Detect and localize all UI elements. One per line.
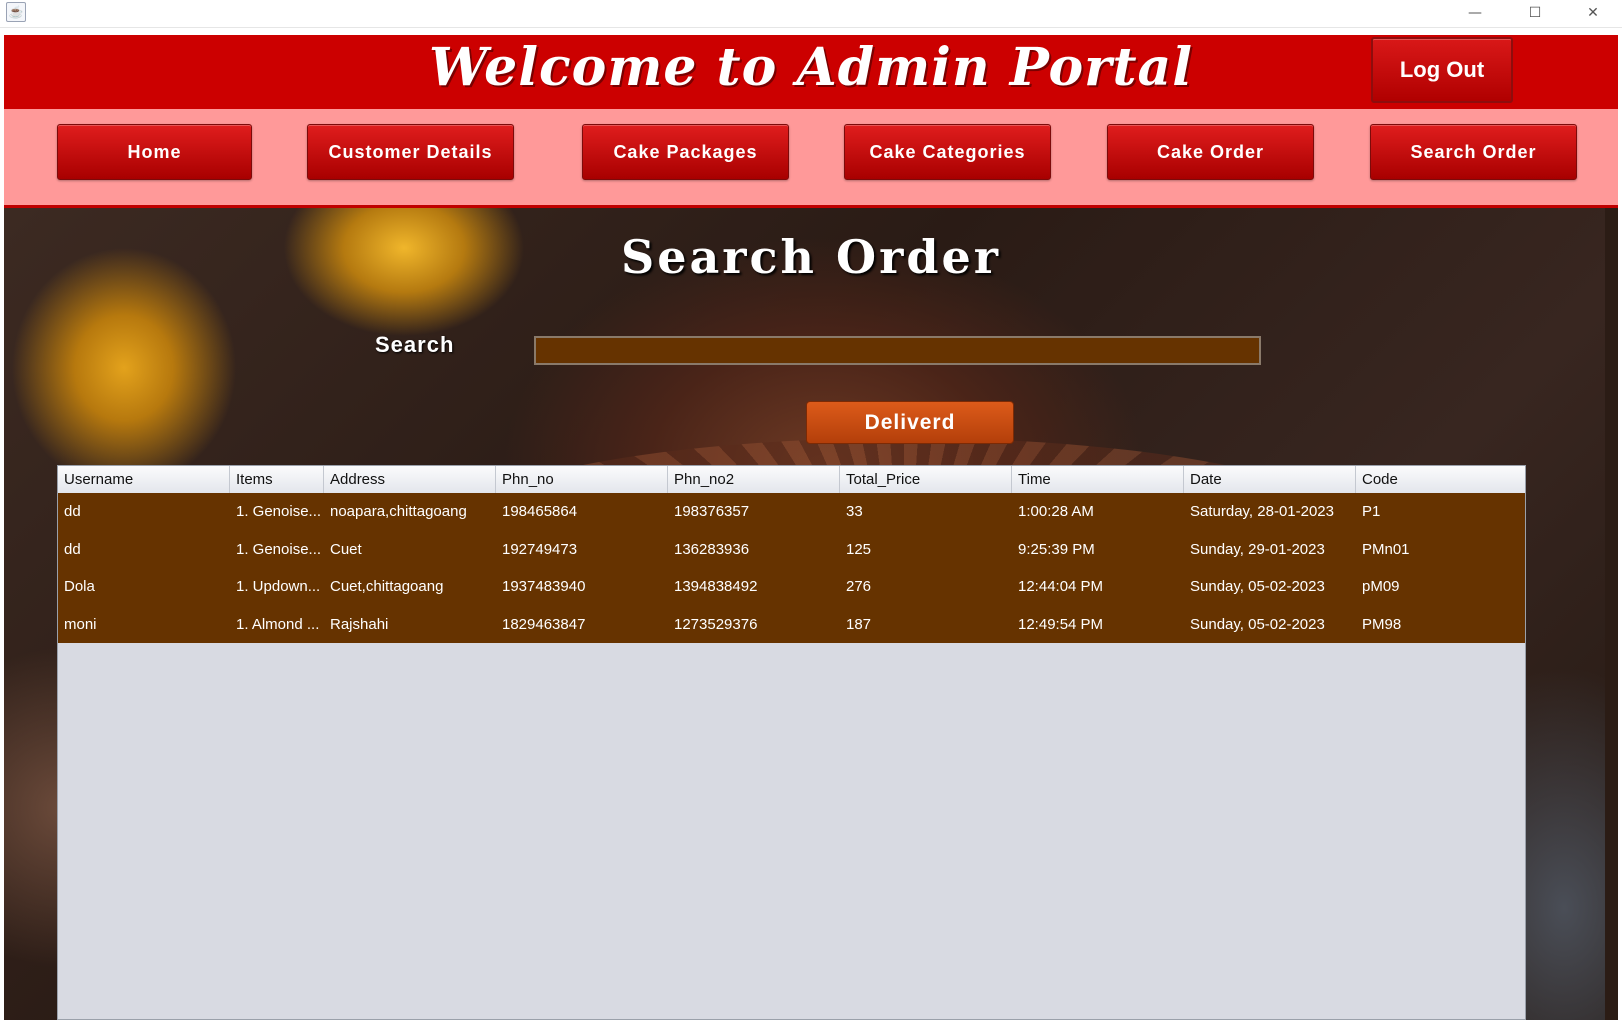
table-body: dd 1. Genoise... noapara,chittagoang 198…: [58, 493, 1525, 644]
nav-bar: Home Customer Details Cake Packages Cake…: [4, 109, 1618, 208]
cell-total-price: 33: [846, 503, 863, 520]
cell-date: Sunday, 05-02-2023: [1190, 615, 1325, 633]
nav-customer-details-button[interactable]: Customer Details: [307, 124, 514, 180]
cell-username: dd: [64, 503, 81, 520]
table-header: Username Items Address Phn_no Phn_no2 To…: [58, 466, 1525, 494]
cell-address: Rajshahi: [330, 615, 389, 633]
column-header-phn-no[interactable]: Phn_no: [496, 466, 668, 493]
close-button[interactable]: ✕: [1570, 0, 1616, 27]
cell-username: Dola: [64, 578, 95, 595]
column-header-date[interactable]: Date: [1184, 466, 1356, 493]
cell-username: moni: [64, 615, 97, 633]
column-header-phn-no2[interactable]: Phn_no2: [668, 466, 840, 493]
column-header-items[interactable]: Items: [230, 466, 324, 493]
cell-phn-no2: 1273529376: [674, 615, 758, 633]
nav-cake-packages-button[interactable]: Cake Packages: [582, 124, 789, 180]
cell-code: pM09: [1362, 578, 1400, 595]
table-row[interactable]: dd 1. Genoise... noapara,chittagoang 198…: [58, 493, 1525, 531]
nav-home-button[interactable]: Home: [57, 124, 252, 180]
table-row[interactable]: moni 1. Almond ... Rajshahi 1829463847 1…: [58, 606, 1525, 644]
column-header-code[interactable]: Code: [1356, 466, 1525, 493]
cell-phn-no2: 198376357: [674, 503, 750, 520]
cell-date: Sunday, 29-01-2023: [1190, 540, 1325, 558]
cell-time: 12:49:54 PM: [1018, 615, 1104, 633]
cell-time: 9:25:39 PM: [1018, 540, 1095, 558]
cell-code: P1: [1362, 503, 1381, 520]
cell-items: 1. Updown...: [236, 578, 321, 595]
java-icon: ☕: [6, 2, 26, 22]
page-title: Search Order: [621, 230, 1001, 284]
nav-cake-categories-button[interactable]: Cake Categories: [844, 124, 1051, 180]
cell-date: Sunday, 05-02-2023: [1190, 578, 1325, 595]
cell-date: Saturday, 28-01-2023: [1190, 503, 1334, 520]
cell-phn-no: 198465864: [502, 503, 578, 520]
cell-address: Cuet: [330, 540, 362, 558]
cell-address: noapara,chittagoang: [330, 503, 467, 520]
column-header-username[interactable]: Username: [58, 466, 230, 493]
header-bar: Welcome to Admin Portal Log Out: [4, 35, 1618, 109]
deliverd-button[interactable]: Deliverd: [806, 401, 1014, 444]
search-label: Search: [375, 332, 455, 357]
cell-phn-no: 1937483940: [502, 578, 586, 595]
search-input[interactable]: [534, 336, 1261, 365]
cell-time: 1:00:28 AM: [1018, 503, 1094, 520]
cell-total-price: 187: [846, 615, 872, 633]
logout-button[interactable]: Log Out: [1371, 37, 1513, 103]
cell-total-price: 125: [846, 540, 872, 558]
table-row[interactable]: dd 1. Genoise... Cuet 192749473 13628393…: [58, 531, 1525, 569]
cell-items: 1. Almond ...: [236, 615, 320, 633]
table-row[interactable]: Dola 1. Updown... Cuet,chittagoang 19374…: [58, 568, 1525, 606]
cell-total-price: 276: [846, 578, 872, 595]
cell-phn-no: 192749473: [502, 540, 578, 558]
cell-username: dd: [64, 540, 81, 558]
minimize-button[interactable]: —: [1452, 0, 1498, 27]
cell-code: PMn01: [1362, 540, 1410, 558]
cell-time: 12:44:04 PM: [1018, 578, 1104, 595]
cell-phn-no2: 1394838492: [674, 578, 758, 595]
maximize-button[interactable]: ☐: [1512, 0, 1558, 27]
cell-address: Cuet,chittagoang: [330, 578, 444, 595]
nav-search-order-button[interactable]: Search Order: [1370, 124, 1577, 180]
cell-phn-no: 1829463847: [502, 615, 586, 633]
orders-table[interactable]: Username Items Address Phn_no Phn_no2 To…: [57, 465, 1526, 1020]
cell-code: PM98: [1362, 615, 1402, 633]
column-header-time[interactable]: Time: [1012, 466, 1184, 493]
column-header-total-price[interactable]: Total_Price: [840, 466, 1012, 493]
column-header-address[interactable]: Address: [324, 466, 496, 493]
window-titlebar: ☕ — ☐ ✕: [0, 0, 1622, 28]
cell-items: 1. Genoise...: [236, 540, 322, 558]
cell-phn-no2: 136283936: [674, 540, 750, 558]
cell-items: 1. Genoise...: [236, 503, 322, 520]
nav-cake-order-button[interactable]: Cake Order: [1107, 124, 1314, 180]
